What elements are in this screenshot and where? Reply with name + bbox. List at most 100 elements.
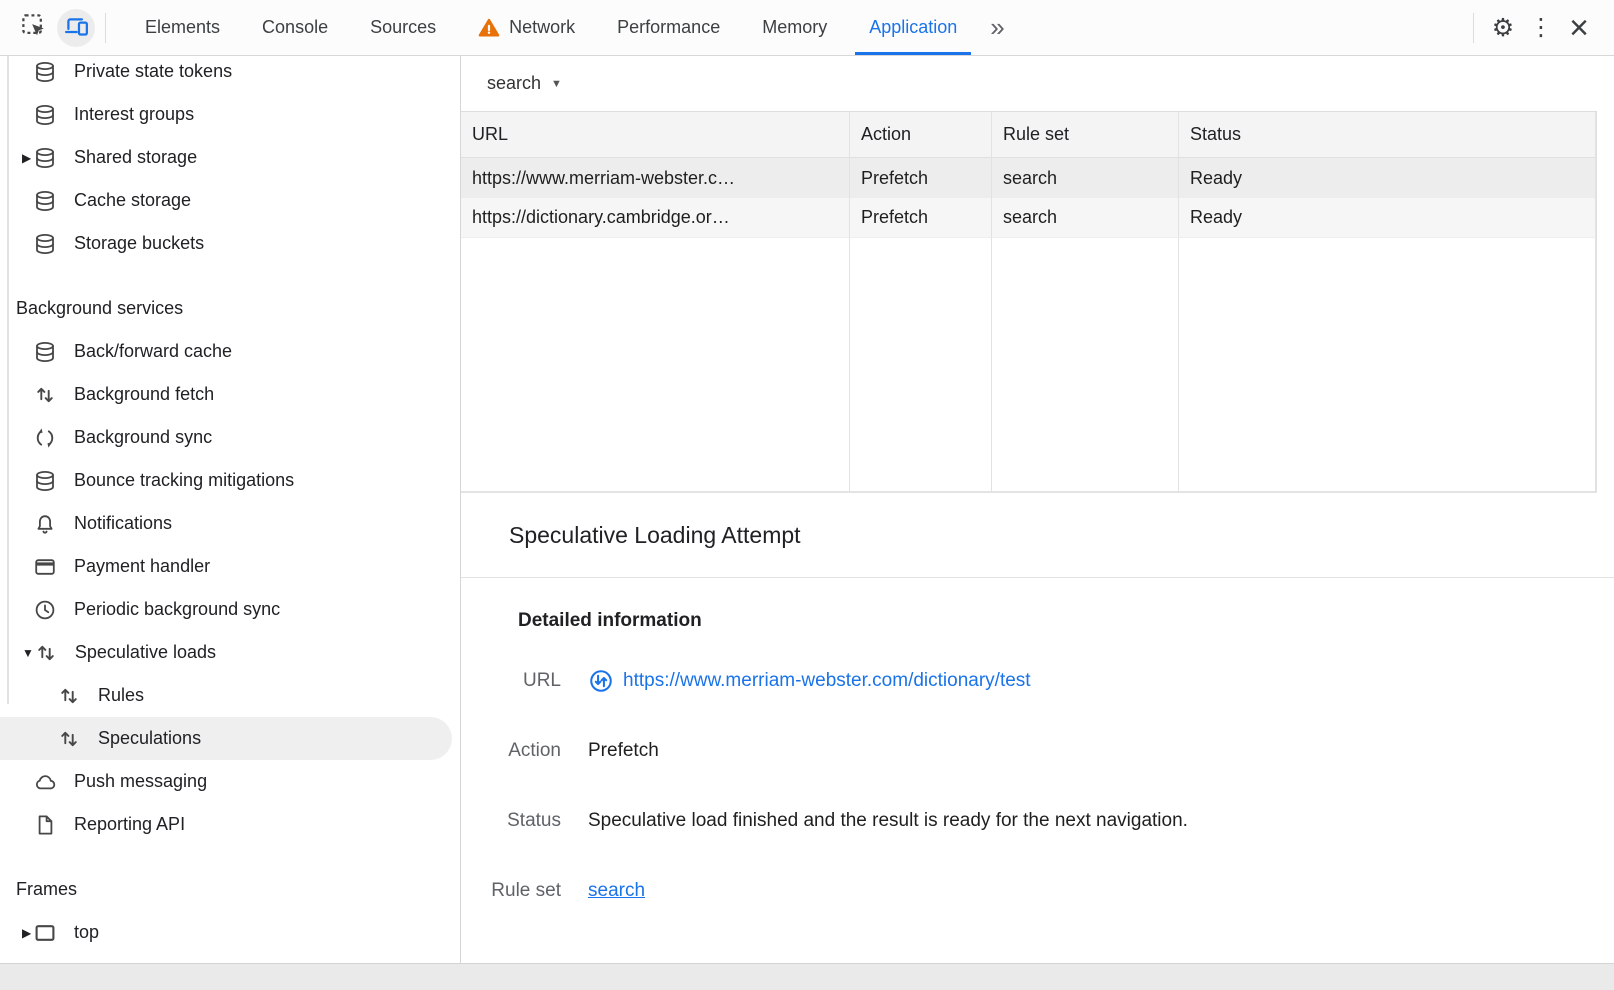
column-header-status[interactable]: Status bbox=[1179, 112, 1596, 158]
sidebar-item-rules[interactable]: Rules bbox=[0, 674, 460, 717]
sidebar-item-notifications[interactable]: Notifications bbox=[0, 502, 460, 545]
sidebar-item-label: Storage buckets bbox=[74, 233, 204, 254]
detail-row-status: Status Speculative load finished and the… bbox=[461, 808, 1614, 834]
up-down-arrows-icon bbox=[57, 684, 81, 708]
tab-sources[interactable]: Sources bbox=[349, 0, 457, 55]
frame-icon bbox=[33, 921, 57, 945]
sidebar-item-cache-storage[interactable]: Cache storage bbox=[0, 179, 460, 222]
database-icon bbox=[33, 146, 57, 170]
preview-title: Speculative Loading Attempt bbox=[461, 493, 1614, 578]
sidebar-item-top-frame[interactable]: ▶ top bbox=[0, 911, 460, 954]
sidebar-item-background-sync[interactable]: Background sync bbox=[0, 416, 460, 459]
toggle-device-toolbar-button[interactable] bbox=[57, 9, 95, 47]
background-services-group: Background services Back/forward cache B… bbox=[0, 287, 460, 846]
expand-caret-icon[interactable]: ▶ bbox=[0, 926, 33, 940]
tab-label: Network bbox=[509, 17, 575, 38]
tab-elements[interactable]: Elements bbox=[124, 0, 241, 55]
table-filler-cell bbox=[992, 238, 1179, 491]
sidebar-item-background-fetch[interactable]: Background fetch bbox=[0, 373, 460, 416]
sidebar-item-bounce-tracking-mitigations[interactable]: Bounce tracking mitigations bbox=[0, 459, 460, 502]
table-cell-url[interactable]: https://dictionary.cambridge.or… bbox=[461, 198, 850, 238]
sidebar-item-label: Back/forward cache bbox=[74, 341, 232, 362]
sidebar-item-storage-buckets[interactable]: Storage buckets bbox=[0, 222, 460, 265]
sidebar-item-interest-groups[interactable]: Interest groups bbox=[0, 93, 460, 136]
customize-menu-button[interactable]: ⋮ bbox=[1522, 9, 1560, 47]
detail-pane: Detailed information URL https://www.mer… bbox=[461, 578, 1614, 963]
database-icon bbox=[33, 189, 57, 213]
toolbar-right: ⚙ ⋮ × bbox=[1463, 9, 1614, 47]
chevron-double-right-icon: » bbox=[990, 12, 1004, 43]
sidebar-item-label: Periodic background sync bbox=[74, 599, 280, 620]
detail-row-action: Action Prefetch bbox=[461, 738, 1614, 764]
sidebar-item-periodic-background-sync[interactable]: Periodic background sync bbox=[0, 588, 460, 631]
section-header-background-services: Background services bbox=[0, 287, 460, 330]
column-header-action[interactable]: Action bbox=[850, 112, 992, 158]
panel-tabs: Elements Console Sources Network Perform… bbox=[124, 0, 1017, 55]
sidebar-item-label: Bounce tracking mitigations bbox=[74, 470, 294, 491]
table-cell-rule-set[interactable]: search bbox=[992, 198, 1179, 238]
section-header-frames: Frames bbox=[0, 868, 460, 911]
database-icon bbox=[33, 232, 57, 256]
sidebar-item-private-state-tokens[interactable]: Private state tokens bbox=[0, 56, 460, 93]
inspect-cursor-icon bbox=[20, 12, 47, 44]
sidebar-item-speculative-loads[interactable]: ▼ Speculative loads bbox=[0, 631, 460, 674]
table-cell-rule-set[interactable]: search bbox=[992, 158, 1179, 198]
sidebar-item-push-messaging[interactable]: Push messaging bbox=[0, 760, 460, 803]
settings-button[interactable]: ⚙ bbox=[1484, 9, 1522, 47]
table-cell-status[interactable]: Ready bbox=[1179, 158, 1596, 198]
inspect-element-button[interactable] bbox=[14, 9, 52, 47]
sidebar-item-label: Shared storage bbox=[74, 147, 197, 168]
sidebar-item-label: top bbox=[74, 922, 99, 943]
table-cell-action[interactable]: Prefetch bbox=[850, 158, 992, 198]
rule-set-link[interactable]: search bbox=[588, 878, 645, 904]
window-bottom-strip bbox=[0, 963, 1614, 990]
tab-memory[interactable]: Memory bbox=[741, 0, 848, 55]
table-cell-status[interactable]: Ready bbox=[1179, 198, 1596, 238]
tab-label: Performance bbox=[617, 17, 720, 38]
sidebar-item-back-forward-cache[interactable]: Back/forward cache bbox=[0, 330, 460, 373]
database-icon bbox=[33, 469, 57, 493]
database-icon bbox=[33, 340, 57, 364]
status-value: Speculative load finished and the result… bbox=[588, 808, 1188, 834]
dropdown-caret-icon: ▼ bbox=[551, 78, 562, 90]
url-link[interactable]: https://www.merriam-webster.com/dictiona… bbox=[623, 668, 1031, 694]
sidebar-item-shared-storage[interactable]: ▶ Shared storage bbox=[0, 136, 460, 179]
sidebar-item-label: Payment handler bbox=[74, 556, 210, 577]
sidebar-item-payment-handler[interactable]: Payment handler bbox=[0, 545, 460, 588]
detail-rows: URL https://www.merriam-webster.com/dict… bbox=[461, 668, 1614, 904]
database-icon bbox=[33, 60, 57, 84]
column-header-url[interactable]: URL bbox=[461, 112, 850, 158]
tab-performance[interactable]: Performance bbox=[596, 0, 741, 55]
sidebar-item-label: Reporting API bbox=[74, 814, 185, 835]
sidebar-item-speculations[interactable]: Speculations bbox=[0, 717, 452, 760]
column-header-rule-set[interactable]: Rule set bbox=[992, 112, 1179, 158]
sidebar-item-label: Interest groups bbox=[74, 104, 194, 125]
close-devtools-button[interactable]: × bbox=[1560, 9, 1598, 47]
storage-group: Private state tokens Interest groups ▶ S… bbox=[0, 56, 460, 265]
bell-icon bbox=[33, 512, 57, 536]
tab-network[interactable]: Network bbox=[457, 0, 596, 55]
frames-group: Frames ▶ top bbox=[0, 868, 460, 954]
more-tabs-button[interactable]: » bbox=[978, 0, 1016, 55]
status-label: Status bbox=[461, 808, 561, 834]
tab-application[interactable]: Application bbox=[848, 0, 978, 55]
open-url-icon[interactable] bbox=[588, 668, 614, 694]
database-icon bbox=[33, 103, 57, 127]
table-filler-cell bbox=[461, 238, 850, 491]
tab-label: Elements bbox=[145, 17, 220, 38]
rule-set-filter-dropdown[interactable]: search ▼ bbox=[487, 73, 562, 94]
detail-row-url: URL https://www.merriam-webster.com/dict… bbox=[461, 668, 1614, 694]
devtools-toolbar: Elements Console Sources Network Perform… bbox=[0, 0, 1614, 56]
table-cell-action[interactable]: Prefetch bbox=[850, 198, 992, 238]
application-sidebar: Private state tokens Interest groups ▶ S… bbox=[0, 56, 461, 963]
collapse-caret-icon[interactable]: ▼ bbox=[0, 646, 34, 660]
sidebar-scrollbar[interactable] bbox=[7, 56, 9, 704]
tab-console[interactable]: Console bbox=[241, 0, 349, 55]
table-cell-url[interactable]: https://www.merriam-webster.c… bbox=[461, 158, 850, 198]
action-value: Prefetch bbox=[588, 738, 659, 764]
sidebar-item-reporting-api[interactable]: Reporting API bbox=[0, 803, 460, 846]
sidebar-item-label: Rules bbox=[98, 685, 144, 706]
tab-label: Sources bbox=[370, 17, 436, 38]
expand-caret-icon[interactable]: ▶ bbox=[0, 151, 33, 165]
sidebar-item-label: Background sync bbox=[74, 427, 212, 448]
